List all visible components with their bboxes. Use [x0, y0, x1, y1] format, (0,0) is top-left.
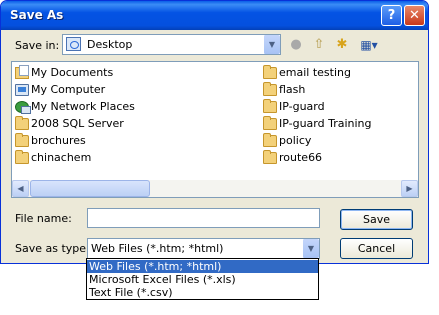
list-item-label: flash	[279, 83, 306, 96]
list-item-label: brochures	[31, 134, 86, 147]
list-item[interactable]: policy	[262, 133, 422, 149]
list-item[interactable]: email testing	[262, 65, 422, 81]
folder-icon	[263, 65, 277, 79]
folder-icon	[263, 99, 277, 113]
documents-icon	[15, 65, 29, 79]
dropdown-option[interactable]: Microsoft Excel Files (*.xls)	[87, 273, 318, 286]
save-as-type-options[interactable]: Web Files (*.htm; *html) Microsoft Excel …	[86, 258, 319, 300]
list-item[interactable]: IP-guard	[262, 99, 422, 115]
computer-icon	[15, 84, 29, 96]
views-menu-icon[interactable]: ▦▾	[357, 36, 381, 54]
list-item[interactable]: 2008 SQL Server	[14, 116, 174, 132]
list-item-label: My Network Places	[31, 100, 135, 113]
list-item[interactable]: My Computer	[14, 82, 174, 98]
network-icon	[15, 101, 31, 114]
desktop-icon	[66, 37, 81, 51]
list-item[interactable]: chinachem	[14, 150, 174, 166]
file-name-input[interactable]	[87, 208, 320, 228]
save-button[interactable]: Save	[340, 209, 413, 230]
list-item[interactable]: My Documents	[14, 65, 174, 81]
list-item-label: IP-guard Training	[279, 117, 372, 130]
save-as-dialog: Save As ? ✕ Save in: Desktop ▼ ● ⇧ ✱ ▦▾ …	[0, 0, 429, 264]
list-item-label: email testing	[279, 66, 351, 79]
folder-icon	[15, 133, 29, 147]
save-in-dropdown[interactable]: Desktop ▼	[62, 34, 281, 55]
save-in-value: Desktop	[87, 38, 133, 51]
folder-icon	[263, 133, 277, 147]
new-folder-icon[interactable]: ✱	[333, 36, 351, 54]
dropdown-option[interactable]: Text File (*.csv)	[87, 286, 318, 299]
chevron-down-icon[interactable]: ▼	[263, 35, 280, 54]
folder-icon	[263, 150, 277, 164]
help-button[interactable]: ?	[381, 5, 402, 26]
folder-icon	[15, 116, 29, 130]
dropdown-option[interactable]: Web Files (*.htm; *html)	[87, 260, 318, 273]
list-item[interactable]: flash	[262, 82, 422, 98]
folder-icon	[263, 116, 277, 130]
chevron-down-icon[interactable]: ▼	[302, 239, 319, 258]
list-item-label: 2008 SQL Server	[31, 117, 124, 130]
list-item[interactable]: brochures	[14, 133, 174, 149]
list-item-label: IP-guard	[279, 100, 325, 113]
folder-icon	[263, 82, 277, 96]
title-bar[interactable]: Save As ? ✕	[1, 1, 428, 30]
file-list[interactable]: My Documents My Computer My Network Places…	[11, 61, 419, 198]
back-icon[interactable]: ●	[287, 36, 305, 54]
close-button[interactable]: ✕	[404, 5, 425, 26]
list-item[interactable]: route66	[262, 150, 422, 166]
scroll-thumb[interactable]	[30, 180, 150, 197]
dialog-title: Save As	[10, 8, 64, 22]
list-item-label: policy	[279, 134, 312, 147]
list-item[interactable]: My Network Places	[14, 99, 174, 115]
list-item-label: My Computer	[31, 83, 106, 96]
save-as-type-value: Web Files (*.htm; *html)	[91, 242, 224, 255]
cancel-button[interactable]: Cancel	[340, 238, 413, 259]
list-item-label: My Documents	[31, 66, 114, 79]
up-folder-icon[interactable]: ⇧	[310, 36, 328, 54]
save-as-type-dropdown[interactable]: Web Files (*.htm; *html) ▼	[87, 238, 320, 259]
list-item[interactable]: IP-guard Training	[262, 116, 422, 132]
save-in-label: Save in:	[15, 39, 60, 52]
list-item-label: chinachem	[31, 151, 92, 164]
save-as-type-label: Save as type:	[15, 242, 90, 255]
horizontal-scrollbar[interactable]: ◀ ▶	[12, 180, 418, 197]
file-name-label: File name:	[15, 212, 72, 225]
scroll-right-icon[interactable]: ▶	[401, 180, 418, 197]
folder-icon	[15, 150, 29, 164]
list-item-label: route66	[279, 151, 323, 164]
scroll-left-icon[interactable]: ◀	[12, 180, 29, 197]
